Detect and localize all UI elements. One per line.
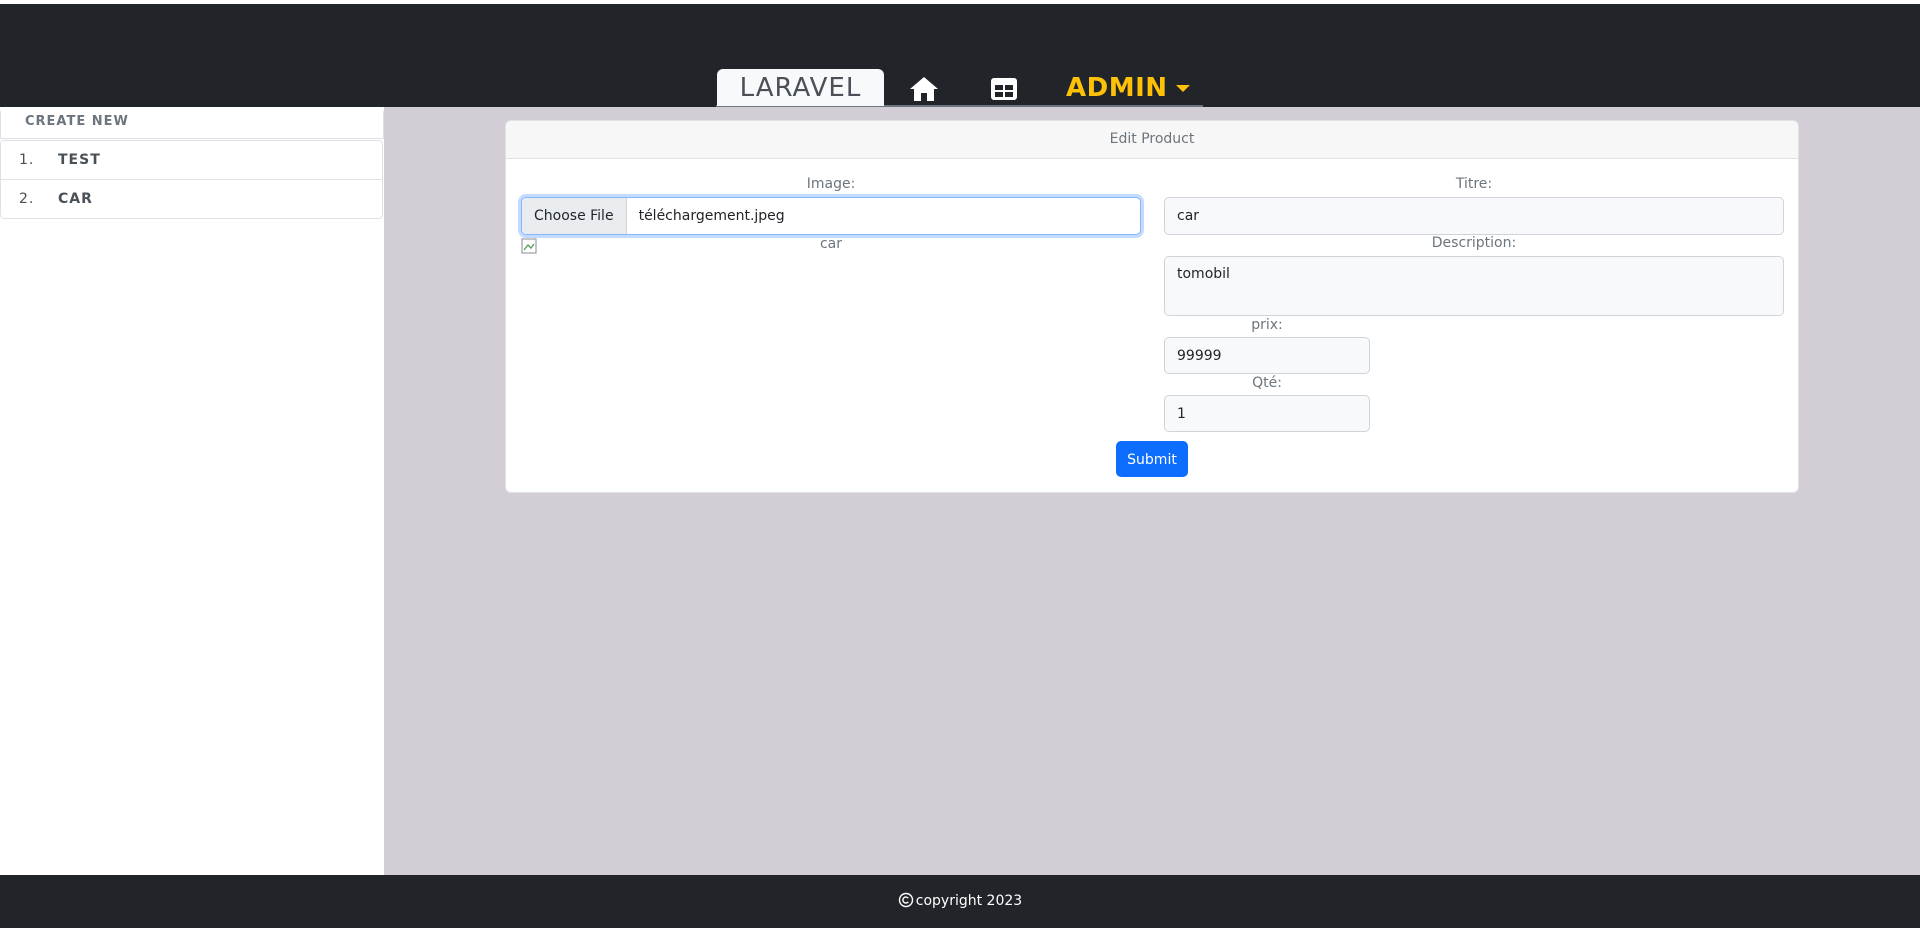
submit-button[interactable]: Submit [1116, 441, 1188, 477]
qte-input[interactable]: 1 [1164, 395, 1370, 432]
description-label: Description: [1431, 235, 1517, 251]
list-item-label: TEST [58, 152, 101, 168]
image-file-input[interactable]: Choose File téléchargement.jpeg [521, 197, 1141, 235]
copyright-icon [898, 892, 913, 908]
footer: copyright 2023 [0, 875, 1920, 928]
home-icon[interactable] [906, 71, 942, 107]
qte-label: Qté: [1252, 375, 1282, 391]
titre-input[interactable]: car [1164, 197, 1784, 235]
image-label: Image: [806, 176, 856, 192]
admin-label: ADMIN [1066, 73, 1168, 103]
list-item-number: 2. [19, 191, 35, 207]
sidebar: CREATE NEW 1. TEST 2. CAR [0, 107, 384, 875]
description-textarea[interactable]: tomobil [1164, 256, 1784, 316]
product-list: 1. TEST 2. CAR [0, 140, 383, 219]
file-name: téléchargement.jpeg [638, 208, 785, 224]
create-new-link[interactable]: CREATE NEW [0, 111, 384, 139]
list-item[interactable]: 2. CAR [1, 180, 382, 218]
product-image: car [521, 236, 1141, 254]
list-item-number: 1. [19, 152, 35, 168]
list-item[interactable]: 1. TEST [1, 141, 382, 180]
prix-label: prix: [1251, 317, 1283, 333]
table-icon[interactable] [986, 71, 1022, 107]
choose-file-button[interactable]: Choose File [522, 198, 627, 234]
image-alt-text: car [819, 236, 843, 252]
list-item-label: CAR [58, 191, 93, 207]
titre-label: Titre: [1455, 176, 1493, 192]
card-title: Edit Product [506, 121, 1798, 159]
chevron-down-icon [1175, 85, 1190, 92]
edit-product-card: Edit Product Image: Choose File téléchar… [505, 120, 1799, 493]
admin-dropdown[interactable]: ADMIN [1066, 70, 1190, 106]
copyright-text: copyright 2023 [915, 893, 1023, 909]
brand-link[interactable]: LARAVEL [717, 69, 884, 106]
navbar [0, 4, 1920, 107]
prix-input[interactable]: 99999 [1164, 337, 1370, 374]
